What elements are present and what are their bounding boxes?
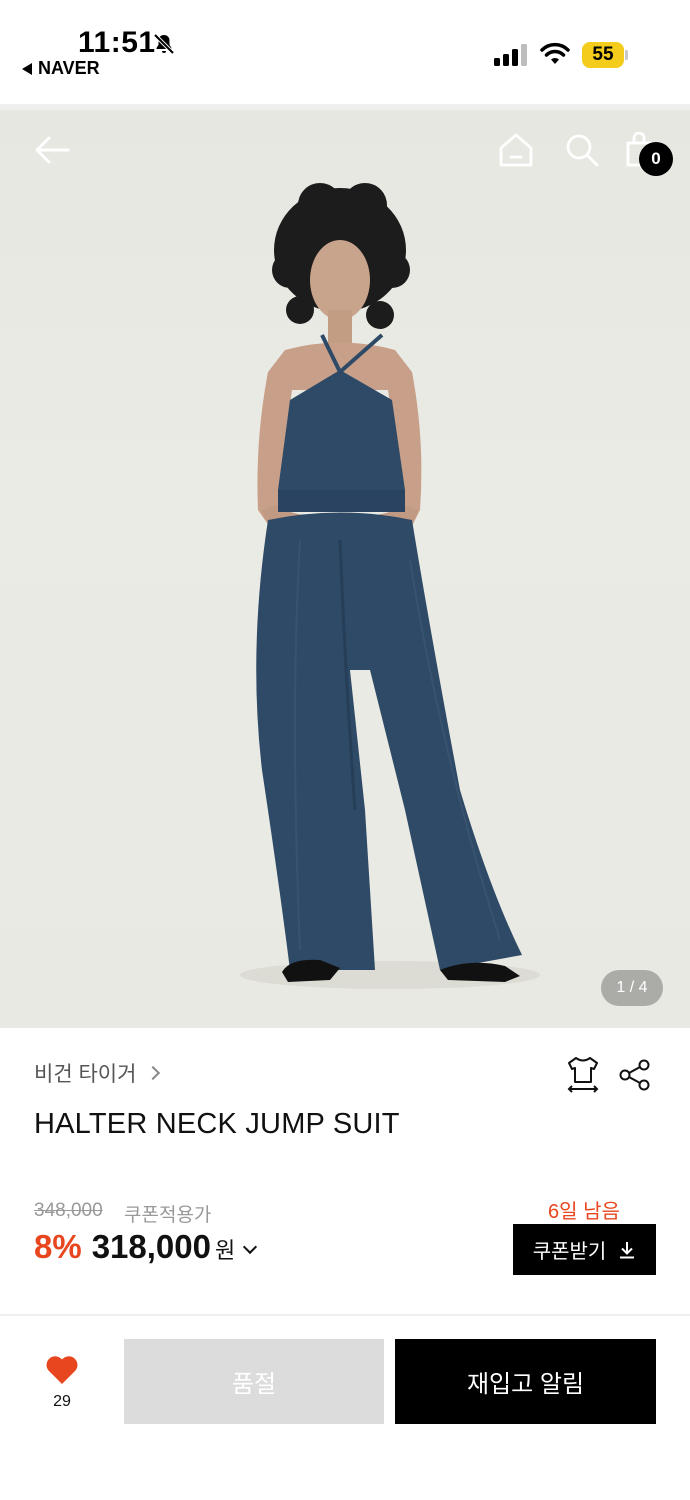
battery-level: 55 <box>582 42 624 68</box>
brand-link[interactable]: 비건 타이거 <box>34 1058 161 1088</box>
status-time: 11:51 <box>78 26 156 59</box>
back-button[interactable] <box>30 128 74 172</box>
size-guide-icon[interactable] <box>565 1055 601 1095</box>
home-button[interactable] <box>494 128 538 172</box>
currency-unit: 원 <box>215 1238 236 1263</box>
like-button[interactable]: 29 <box>40 1355 84 1411</box>
back-arrow-icon <box>35 136 70 164</box>
cart-count-badge: 0 <box>639 142 673 176</box>
chevron-down-icon <box>243 1239 258 1255</box>
original-price: 348,000 <box>34 1200 103 1221</box>
brand-name: 비건 타이거 <box>34 1063 137 1086</box>
coupon-price-label: 쿠폰적용가 <box>124 1205 212 1226</box>
coupon-days-left: 6일 남음 <box>548 1201 620 1223</box>
image-pager: 1 / 4 <box>601 970 663 1006</box>
sale-price: 318,000 <box>91 1228 211 1265</box>
back-to-app[interactable]: NAVER <box>22 58 100 79</box>
signal-icon <box>494 44 527 66</box>
back-app-label: NAVER <box>38 58 100 78</box>
product-photo <box>240 183 540 989</box>
search-button[interactable] <box>560 128 604 172</box>
get-coupon-button[interactable]: 쿠폰받기 <box>513 1224 656 1275</box>
restock-alert-button[interactable]: 재입고 알림 <box>395 1339 656 1424</box>
divider <box>0 1314 690 1316</box>
discount-rate: 8% <box>34 1228 82 1265</box>
product-title: HALTER NECK JUMP SUIT <box>34 1108 400 1140</box>
status-bar: 11:51 NAVER 55 <box>0 0 690 110</box>
wifi-icon <box>540 42 570 64</box>
download-icon <box>620 1241 635 1258</box>
share-icon[interactable] <box>618 1058 652 1092</box>
bell-muted-icon <box>153 33 175 55</box>
chevron-right-icon <box>146 1065 161 1081</box>
product-image-gallery[interactable]: 1 / 4 <box>0 110 690 1028</box>
like-count: 29 <box>53 1393 71 1410</box>
price-row[interactable]: 8% 318,000 원 <box>34 1228 258 1266</box>
battery-icon: 55 <box>582 42 628 68</box>
heart-icon <box>46 1356 78 1384</box>
home-icon <box>499 133 533 167</box>
search-icon <box>566 134 599 167</box>
coupon-button-label: 쿠폰받기 <box>532 1241 607 1263</box>
back-triangle-icon <box>22 62 32 75</box>
soldout-button[interactable]: 품절 <box>124 1339 384 1424</box>
